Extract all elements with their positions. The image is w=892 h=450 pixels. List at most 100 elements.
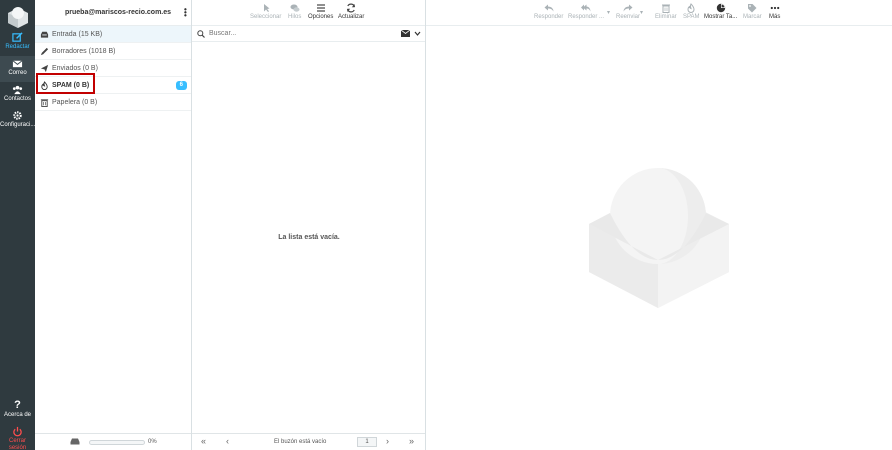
quota-bar <box>89 440 145 445</box>
threads-button[interactable]: Hilos <box>288 3 301 21</box>
folder-trash[interactable]: Papelera (0 B) <box>35 94 191 111</box>
ellipsis-icon <box>770 6 779 10</box>
logo-icon <box>8 7 28 28</box>
forward-label: Reenviar <box>616 14 641 20</box>
mark-button[interactable]: Marcar <box>743 3 762 21</box>
tag-icon <box>748 4 757 13</box>
refresh-icon <box>347 3 356 13</box>
paper-plane-icon <box>40 64 49 73</box>
folder-drafts-size: (1018 B) <box>88 48 116 55</box>
forward-dropdown-icon[interactable]: ▾ <box>640 9 643 16</box>
preview-panel: Responder Responder ... ▾ Reenviar ▾ Eli… <box>426 0 892 450</box>
show-tags-label: Mostrar Ta... <box>704 14 738 20</box>
select-label: Seleccionar <box>250 14 282 20</box>
folder-drafts-label: Borradores <box>52 48 87 55</box>
folder-sent-size: (0 B) <box>82 65 98 72</box>
nav-mail[interactable]: Correo <box>0 56 35 82</box>
account-menu-icon[interactable]: • • • <box>184 6 187 20</box>
reply-all-button[interactable]: Responder ... <box>568 3 604 21</box>
prev-page-icon[interactable]: ‹ <box>226 437 229 446</box>
users-icon <box>12 85 23 95</box>
search-bar[interactable]: Buscar... <box>192 26 425 42</box>
page-number-input[interactable]: 1 <box>357 437 377 447</box>
quota-percent: 0% <box>148 439 157 445</box>
delete-button[interactable]: Eliminar <box>655 3 677 21</box>
compose-icon <box>12 32 23 42</box>
more-button[interactable]: Más <box>769 3 780 21</box>
chevron-down-icon[interactable] <box>414 30 421 37</box>
question-icon: ? <box>14 399 21 411</box>
next-page-icon[interactable]: › <box>386 437 389 446</box>
message-list-panel: Seleccionar Hilos Opciones Actualizar Bu… <box>192 0 426 450</box>
nav-settings[interactable]: Configuraci... <box>0 108 35 134</box>
pie-chart-icon <box>716 3 725 13</box>
search-icon <box>197 30 205 38</box>
reply-icon <box>544 4 554 12</box>
envelope-filter-icon[interactable] <box>401 30 410 37</box>
forward-icon <box>623 4 633 12</box>
show-tags-button[interactable]: Mostrar Ta... <box>704 3 737 21</box>
list-toolbar: Seleccionar Hilos Opciones Actualizar <box>192 0 425 26</box>
inbox-icon <box>40 31 49 38</box>
reply-label: Responder <box>534 14 564 20</box>
hard-drive-icon <box>70 438 80 445</box>
search-input[interactable]: Buscar... <box>209 30 236 37</box>
spam-button[interactable]: SPAM <box>683 3 700 21</box>
nav-contacts[interactable]: Contactos <box>0 82 35 108</box>
folder-drafts[interactable]: Borradores (1018 B) <box>35 43 191 60</box>
reply-all-icon <box>581 4 591 12</box>
first-page-icon[interactable]: « <box>201 437 206 446</box>
spam-highlight-box <box>36 73 95 94</box>
nav-contacts-label: Contactos <box>3 96 31 102</box>
more-label: Más <box>769 14 781 20</box>
nav-logout[interactable]: Cerrar sesión <box>0 424 35 450</box>
folder-trash-label: Papelera <box>52 99 81 106</box>
account-header: prueba@mariscos-recio.com.es • • • <box>35 0 191 26</box>
main-nav: Redactar Correo Contactos Configuraci... <box>0 0 35 450</box>
refresh-button[interactable]: Actualizar <box>338 3 364 21</box>
nav-settings-label: Configuraci... <box>0 122 36 128</box>
folder-sent-label: Enviados <box>52 65 81 72</box>
message-toolbar: Responder Responder ... ▾ Reenviar ▾ Eli… <box>426 0 892 26</box>
nav-about[interactable]: ? Acerca de <box>0 398 35 424</box>
trash-icon <box>661 4 670 13</box>
comments-icon <box>290 4 300 12</box>
webmail-app: Redactar Correo Contactos Configuraci... <box>0 0 892 450</box>
envelope-icon <box>12 60 23 68</box>
spam-label: SPAM <box>683 14 700 20</box>
mailbox-count: El buzón está vacío <box>274 439 327 445</box>
cursor-icon <box>263 4 270 12</box>
options-label: Opciones <box>308 14 334 20</box>
nav-about-label: Acerca de <box>3 412 31 418</box>
gear-icon <box>13 111 22 120</box>
nav-mail-label: Correo <box>8 70 27 76</box>
empty-list-message: La lista está vacía. <box>278 234 340 241</box>
account-email: prueba@mariscos-recio.com.es <box>65 9 172 16</box>
delete-label: Eliminar <box>655 14 677 20</box>
nav-logout-label: Cerrar sesión <box>8 438 27 450</box>
select-button[interactable]: Seleccionar <box>250 3 281 21</box>
sliders-icon <box>316 4 325 12</box>
pagination-footer: « ‹ El buzón está vacío 1 › » <box>192 433 425 450</box>
folder-inbox[interactable]: Entrada (15 KB) <box>35 26 191 43</box>
last-page-icon[interactable]: » <box>409 437 414 446</box>
nav-compose[interactable]: Redactar <box>0 30 35 56</box>
fire-icon <box>687 3 695 13</box>
reply-all-dropdown-icon[interactable]: ▾ <box>607 9 610 16</box>
threads-label: Hilos <box>288 14 302 20</box>
reply-button[interactable]: Responder <box>534 3 563 21</box>
folder-inbox-size: (15 KB) <box>78 31 103 38</box>
forward-button[interactable]: Reenviar <box>616 3 640 21</box>
power-icon <box>13 426 22 437</box>
options-button[interactable]: Opciones <box>308 3 333 21</box>
quota-footer: 0% <box>35 433 191 450</box>
folder-inbox-label: Entrada <box>52 31 77 38</box>
pencil-icon <box>40 47 49 56</box>
refresh-label: Actualizar <box>338 14 365 20</box>
nav-compose-label: Redactar <box>5 44 30 50</box>
folder-trash-size: (0 B) <box>81 99 98 106</box>
unread-badge: 6 <box>175 81 187 90</box>
empty-preview-watermark-icon <box>589 168 729 308</box>
folder-panel: prueba@mariscos-recio.com.es • • • Entrada… <box>35 0 192 450</box>
trash-icon <box>40 99 49 107</box>
